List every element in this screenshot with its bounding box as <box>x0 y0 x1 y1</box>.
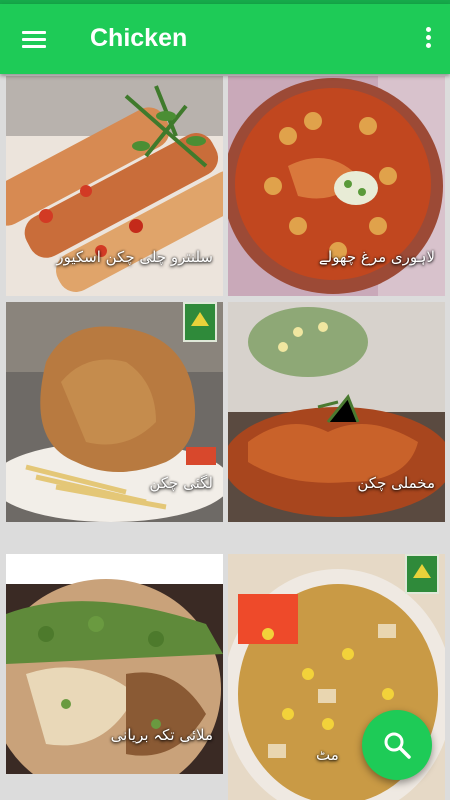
channel-logo <box>183 302 217 342</box>
recipe-card[interactable]: لاہوری مرغ چھولے <box>228 76 445 296</box>
recipe-card[interactable]: سلنترو چلی چکن اسکیور <box>6 76 223 296</box>
recipe-card[interactable]: لگئی چکن <box>6 302 223 522</box>
recipe-title: ملائی تکہ بریانی <box>110 726 213 744</box>
recipe-title: لاہوری مرغ چھولے <box>318 248 435 266</box>
page-title: Chicken <box>90 24 188 52</box>
recipe-card[interactable]: مخملی چکن <box>228 302 445 522</box>
recipe-title: سلنترو چلی چکن اسکیور <box>56 248 213 266</box>
recipe-title: لگئی چکن <box>149 474 213 492</box>
search-fab-button[interactable] <box>362 710 432 780</box>
recipe-title: مٹ <box>316 746 339 764</box>
more-vert-icon[interactable] <box>420 24 436 54</box>
recipe-card[interactable]: ملائی تکہ بریانی <box>6 554 223 774</box>
recipe-title: مخملی چکن <box>357 474 435 492</box>
app-bar: Chicken <box>0 4 450 74</box>
recipe-grid: سلنترو چلی چکن اسکیور لاہوری مرغ چھولے ل… <box>0 74 450 800</box>
search-icon <box>384 732 411 759</box>
channel-logo <box>405 554 439 594</box>
hamburger-menu-icon[interactable] <box>16 22 54 56</box>
